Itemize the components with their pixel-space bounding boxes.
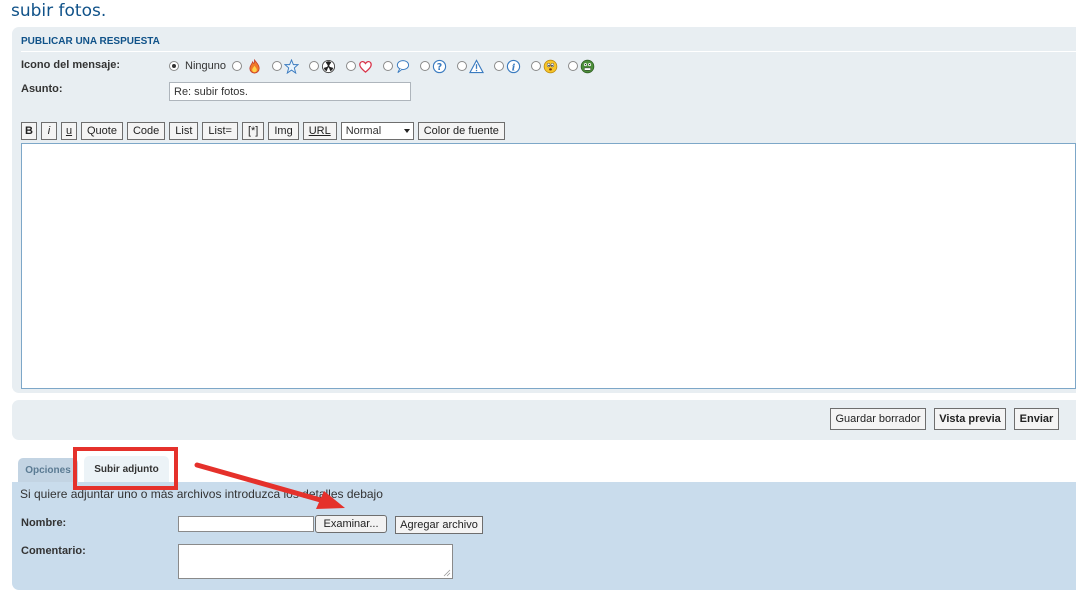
icon-label: Icono del mensaje: xyxy=(21,59,121,71)
icon-radio-none[interactable] xyxy=(169,61,179,71)
page-title: subir fotos. xyxy=(11,1,107,21)
subject-label: Asunto: xyxy=(21,83,63,95)
list-item-button[interactable]: [*] xyxy=(241,121,265,140)
attachment-info-text: Si quiere adjuntar uno o más archivos in… xyxy=(20,487,383,501)
icon-radio-warning[interactable] xyxy=(456,61,467,71)
icon-none-label: Ninguno xyxy=(185,60,226,72)
icon-radio-radioactive[interactable] xyxy=(308,61,319,71)
heart-icon xyxy=(359,60,372,73)
actions-panel: Guardar borrador Vista previa Enviar xyxy=(12,400,1076,440)
message-textarea[interactable] xyxy=(21,143,1076,389)
icon-radio-question[interactable] xyxy=(419,61,430,71)
browse-button[interactable]: Examinar... xyxy=(315,515,387,533)
font-size-select[interactable]: Normal xyxy=(340,121,414,140)
fire-icon xyxy=(249,58,260,73)
preview-button[interactable]: Vista previa xyxy=(934,408,1006,430)
svg-text:?: ? xyxy=(437,62,442,73)
img-button[interactable]: Img xyxy=(268,121,299,140)
info-icon: i xyxy=(506,59,521,73)
list-button[interactable]: List xyxy=(169,121,199,140)
submit-button[interactable]: Enviar xyxy=(1014,408,1059,430)
icon-radio-frog[interactable] xyxy=(567,61,578,71)
tab-upload-attachment[interactable]: Subir adjunto xyxy=(84,456,169,482)
underline-button[interactable]: u xyxy=(61,121,77,140)
message-icon-options: Ninguno ? i xyxy=(169,58,595,74)
icon-radio-fire[interactable] xyxy=(231,61,242,71)
icon-radio-speech[interactable] xyxy=(382,61,393,71)
dropdown-arrow-icon xyxy=(403,128,410,133)
frog-face-icon xyxy=(580,59,595,73)
add-file-button[interactable]: Agregar archivo xyxy=(395,516,483,534)
font-color-button[interactable]: Color de fuente xyxy=(417,121,505,140)
radioactive-icon xyxy=(321,59,336,73)
question-icon: ? xyxy=(432,59,447,73)
panel-divider xyxy=(21,51,1076,52)
reply-panel: PUBLICAR UNA RESPUESTA Icono del mensaje… xyxy=(12,27,1076,393)
formatting-toolbar: B i u Quote Code List List= [*] Img URL … xyxy=(21,121,509,140)
font-size-value: Normal xyxy=(345,124,382,137)
comment-textarea[interactable] xyxy=(178,544,453,579)
tab-options[interactable]: Opciones xyxy=(18,458,78,482)
icon-radio-star[interactable] xyxy=(271,61,282,71)
comment-label: Comentario: xyxy=(21,545,86,557)
resize-grip-icon[interactable] xyxy=(442,568,451,577)
star-icon xyxy=(283,58,299,74)
ordered-list-button[interactable]: List= xyxy=(202,121,238,140)
bold-button[interactable]: B xyxy=(21,121,37,140)
speech-bubble-icon xyxy=(396,59,410,73)
icon-radio-info[interactable] xyxy=(493,61,504,71)
url-button[interactable]: URL xyxy=(302,121,337,140)
smiley-icon xyxy=(543,59,558,73)
subject-input[interactable] xyxy=(169,82,411,101)
file-path-input[interactable] xyxy=(178,516,314,532)
icon-radio-heart[interactable] xyxy=(345,61,356,71)
attachment-panel: Si quiere adjuntar uno o más archivos in… xyxy=(12,482,1076,590)
code-button[interactable]: Code xyxy=(126,121,166,140)
filename-label: Nombre: xyxy=(21,517,67,529)
warning-icon xyxy=(468,58,484,73)
icon-radio-smiley[interactable] xyxy=(530,61,541,71)
svg-text:i: i xyxy=(512,62,516,73)
quote-button[interactable]: Quote xyxy=(81,121,123,140)
save-draft-button[interactable]: Guardar borrador xyxy=(830,408,926,430)
panel-heading: PUBLICAR UNA RESPUESTA xyxy=(21,36,160,47)
italic-button[interactable]: i xyxy=(41,121,57,140)
